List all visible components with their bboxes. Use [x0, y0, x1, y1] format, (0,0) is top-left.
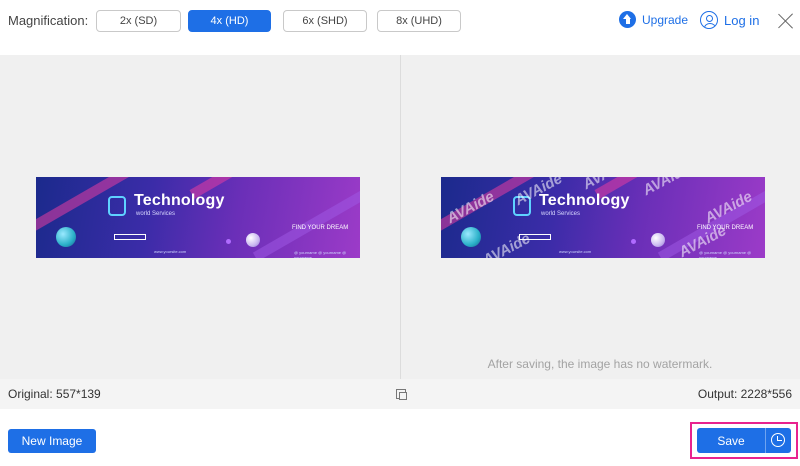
original-image: Technology world Services FIND YOUR DREA…	[36, 177, 360, 258]
magnification-8x-button[interactable]: 8x (UHD)	[377, 10, 461, 32]
preview-area: Technology world Services FIND YOUR DREA…	[0, 55, 800, 379]
watermark: AVAide	[640, 177, 694, 200]
watermark-note: After saving, the image has no watermark…	[487, 357, 713, 371]
watermark: AVAide	[480, 229, 534, 258]
banner-social: @ yourname @ yourname @ yourname	[294, 250, 347, 258]
banner-social: @ yourname @ yourname @ yourname	[699, 250, 752, 258]
banner-website: www.yoursite.com	[559, 249, 592, 254]
magnification-6x-button[interactable]: 6x (SHD)	[283, 10, 367, 32]
magnification-4x-button[interactable]: 4x (HD)	[188, 10, 271, 32]
original-size: Original: 557*139	[8, 387, 101, 401]
magnification-2x-button[interactable]: 2x (SD)	[96, 10, 181, 32]
new-image-button[interactable]: New Image	[8, 429, 96, 453]
upgrade-link[interactable]: Upgrade	[619, 11, 688, 28]
output-size: Output: 2228*556	[697, 387, 792, 401]
banner-subtitle: world Services	[136, 211, 176, 217]
login-label: Log in	[724, 12, 760, 28]
banner-website: www.yoursite.com	[154, 249, 187, 254]
divider	[400, 55, 401, 379]
user-icon	[700, 11, 718, 29]
save-button-group: Save	[697, 428, 791, 453]
upgrade-icon	[619, 11, 636, 28]
watermark: AVAide	[444, 187, 498, 228]
clock-icon	[771, 433, 785, 447]
close-icon[interactable]	[776, 11, 796, 31]
magnification-label: Magnification:	[8, 13, 89, 28]
top-bar: Magnification: 2x (SD) 4x (HD) 6x (SHD) …	[0, 0, 800, 42]
output-image: Technology world Services FIND YOUR DREA…	[441, 177, 765, 258]
banner-title: Technology	[539, 192, 630, 209]
save-button[interactable]: Save	[697, 428, 765, 453]
banner-subtitle: world Services	[541, 211, 581, 217]
info-bar: Original: 557*139 Output: 2228*556	[0, 379, 800, 409]
compare-icon[interactable]	[396, 389, 407, 400]
upgrade-label: Upgrade	[642, 12, 689, 27]
banner-tag	[114, 234, 146, 240]
hexagon-logo-icon	[108, 196, 126, 216]
login-link[interactable]: Log in	[700, 11, 759, 29]
banner-tagline: FIND YOUR DREAM	[292, 225, 349, 231]
history-button[interactable]	[766, 428, 791, 453]
banner-title: Technology	[134, 192, 225, 209]
